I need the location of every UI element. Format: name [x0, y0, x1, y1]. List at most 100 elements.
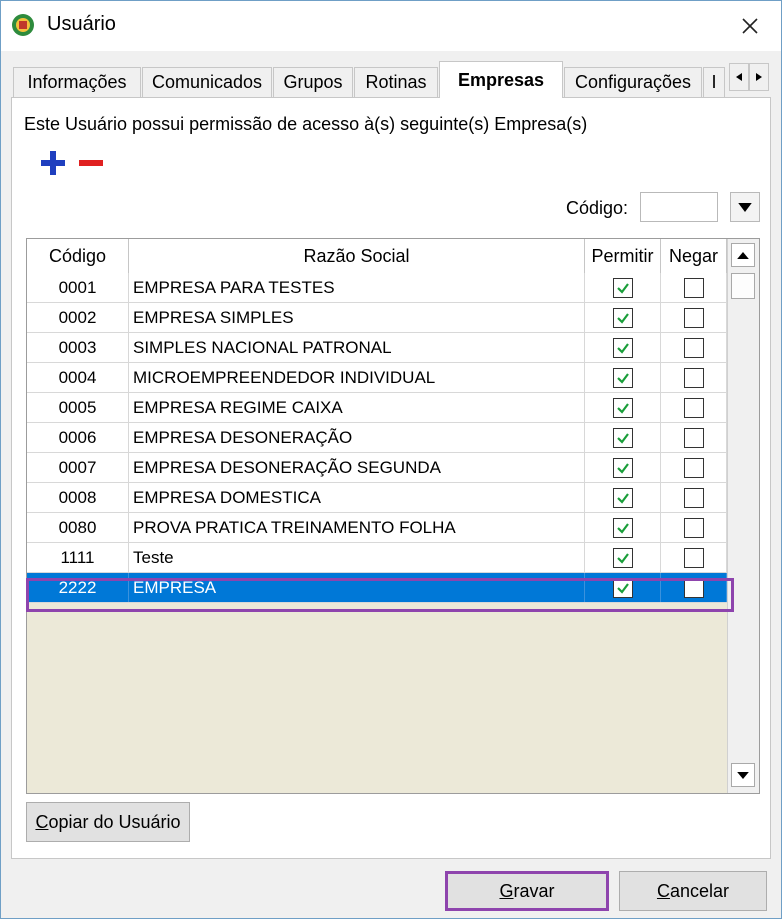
check-icon: [616, 582, 629, 594]
table-row[interactable]: 0007 EMPRESA DESONERAÇÃO SEGUNDA: [27, 453, 727, 483]
cell-name: PROVA PRATICA TREINAMENTO FOLHA: [129, 513, 585, 542]
permit-checkbox[interactable]: [612, 427, 633, 448]
cell-code: 0080: [27, 513, 129, 542]
table-row[interactable]: 0005 EMPRESA REGIME CAIXA: [27, 393, 727, 423]
add-button[interactable]: [38, 148, 68, 178]
table-row[interactable]: 2222 EMPRESA: [27, 573, 727, 603]
cancel-button[interactable]: Cancelar: [619, 871, 767, 911]
permit-checkbox[interactable]: [612, 277, 633, 298]
cell-permit: [585, 363, 661, 392]
deny-checkbox[interactable]: [683, 427, 704, 448]
permit-checkbox[interactable]: [612, 307, 633, 328]
header-permit[interactable]: Permitir: [585, 239, 661, 273]
cell-code: 0008: [27, 483, 129, 512]
grid-scrollbar[interactable]: [727, 239, 759, 793]
table-row[interactable]: 0080 PROVA PRATICA TREINAMENTO FOLHA: [27, 513, 727, 543]
permit-checkbox[interactable]: [612, 397, 633, 418]
user-dialog: Usuário Informações Comunicados Grupos R…: [0, 0, 782, 919]
arrow-down-icon: [737, 771, 749, 779]
tab-empresas[interactable]: Empresas: [439, 61, 563, 98]
permit-checkbox[interactable]: [612, 577, 633, 598]
scroll-thumb[interactable]: [731, 273, 755, 299]
scroll-up-button[interactable]: [731, 243, 755, 267]
deny-checkbox[interactable]: [683, 487, 704, 508]
deny-checkbox[interactable]: [683, 457, 704, 478]
table-row[interactable]: 0003 SIMPLES NACIONAL PATRONAL: [27, 333, 727, 363]
header-name[interactable]: Razão Social: [129, 239, 585, 273]
deny-checkbox[interactable]: [683, 517, 704, 538]
table-row[interactable]: 0006 EMPRESA DESONERAÇÃO: [27, 423, 727, 453]
cell-name: EMPRESA DESONERAÇÃO SEGUNDA: [129, 453, 585, 482]
cell-deny: [661, 543, 727, 572]
check-icon: [616, 342, 629, 354]
deny-checkbox[interactable]: [683, 337, 704, 358]
cell-code: 0005: [27, 393, 129, 422]
cell-permit: [585, 483, 661, 512]
tab-scroll-left-button[interactable]: [729, 63, 749, 91]
permit-checkbox[interactable]: [612, 547, 633, 568]
tab-partial[interactable]: I: [703, 67, 725, 97]
cell-permit: [585, 333, 661, 362]
code-filter-label: Código:: [566, 198, 629, 218]
check-icon: [616, 372, 629, 384]
deny-checkbox[interactable]: [683, 547, 704, 568]
tab-configuracoes[interactable]: Configurações: [564, 67, 702, 97]
save-button[interactable]: Gravar: [445, 871, 609, 911]
cell-permit: [585, 453, 661, 482]
deny-checkbox[interactable]: [683, 577, 704, 598]
code-filter-dropdown[interactable]: [730, 192, 760, 222]
table-row[interactable]: 0004 MICROEMPREENDEDOR INDIVIDUAL: [27, 363, 727, 393]
table-row[interactable]: 0008 EMPRESA DOMESTICA: [27, 483, 727, 513]
tab-informacoes[interactable]: Informações: [13, 67, 141, 97]
permit-checkbox[interactable]: [612, 457, 633, 478]
plus-icon: [41, 151, 65, 175]
copy-from-user-button[interactable]: Copiar do Usuário: [26, 802, 190, 842]
cell-code: 0006: [27, 423, 129, 452]
check-icon: [616, 432, 629, 444]
cell-deny: [661, 393, 727, 422]
cell-code: 2222: [27, 573, 129, 602]
header-deny[interactable]: Negar: [661, 239, 727, 273]
cell-deny: [661, 573, 727, 602]
check-icon: [616, 462, 629, 474]
check-icon: [616, 282, 629, 294]
companies-grid: Código Razão Social Permitir Negar 0001 E…: [26, 238, 760, 794]
close-button[interactable]: [727, 7, 773, 45]
cell-deny: [661, 483, 727, 512]
cell-code: 0001: [27, 273, 129, 302]
deny-checkbox[interactable]: [683, 277, 704, 298]
permit-checkbox[interactable]: [612, 487, 633, 508]
tab-grupos[interactable]: Grupos: [273, 67, 353, 97]
tab-comunicados[interactable]: Comunicados: [142, 67, 272, 97]
permit-checkbox[interactable]: [612, 337, 633, 358]
cell-deny: [661, 303, 727, 332]
deny-checkbox[interactable]: [683, 307, 704, 328]
header-code[interactable]: Código: [27, 239, 129, 273]
cell-permit: [585, 513, 661, 542]
cell-deny: [661, 453, 727, 482]
scroll-down-button[interactable]: [731, 763, 755, 787]
panel-description: Este Usuário possui permissão de acesso …: [24, 114, 588, 134]
arrow-right-icon: [756, 73, 762, 81]
app-logo-icon: [11, 13, 35, 37]
cell-permit: [585, 393, 661, 422]
grid-header: Código Razão Social Permitir Negar: [27, 239, 727, 274]
permit-checkbox[interactable]: [612, 367, 633, 388]
cell-name: EMPRESA: [129, 573, 585, 602]
cell-code: 0007: [27, 453, 129, 482]
check-icon: [616, 552, 629, 564]
cell-deny: [661, 423, 727, 452]
code-filter-input[interactable]: [640, 192, 718, 222]
cell-name: EMPRESA PARA TESTES: [129, 273, 585, 302]
tab-scroll-right-button[interactable]: [749, 63, 769, 91]
permit-checkbox[interactable]: [612, 517, 633, 538]
tab-rotinas[interactable]: Rotinas: [354, 67, 438, 97]
check-icon: [616, 492, 629, 504]
cell-code: 0003: [27, 333, 129, 362]
deny-checkbox[interactable]: [683, 397, 704, 418]
table-row[interactable]: 1111 Teste: [27, 543, 727, 573]
remove-button[interactable]: [76, 148, 106, 178]
deny-checkbox[interactable]: [683, 367, 704, 388]
table-row[interactable]: 0001 EMPRESA PARA TESTES: [27, 273, 727, 303]
table-row[interactable]: 0002 EMPRESA SIMPLES: [27, 303, 727, 333]
